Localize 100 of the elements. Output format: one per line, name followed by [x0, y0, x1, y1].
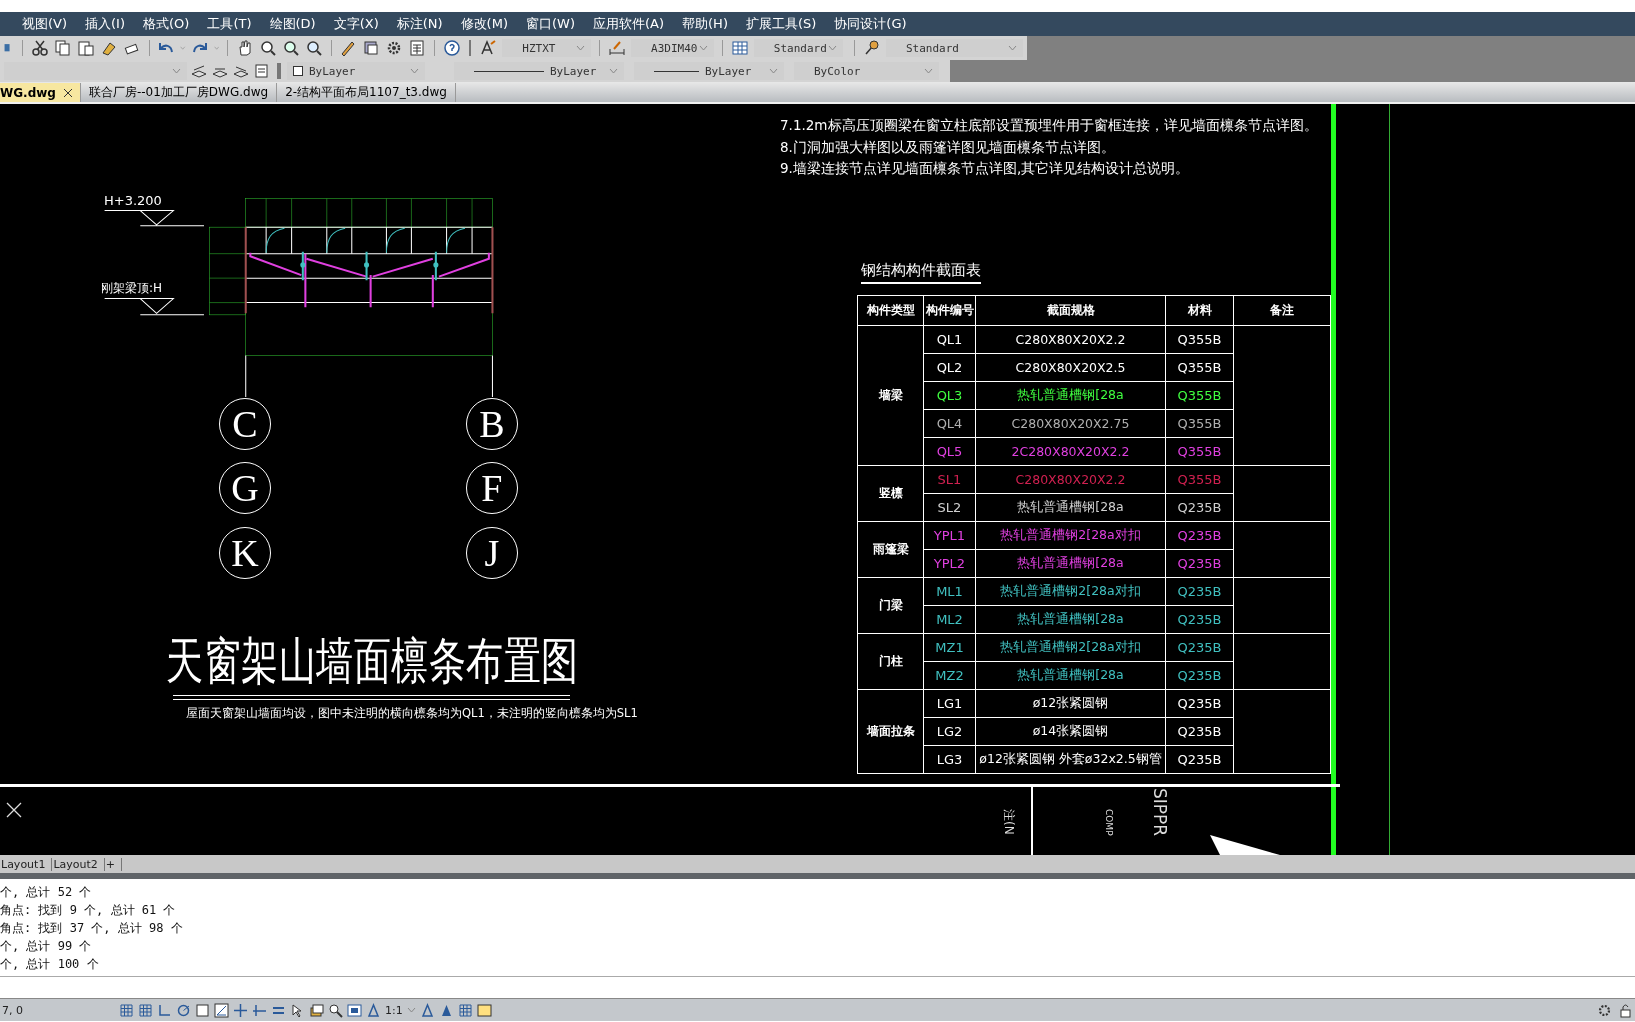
document-tab[interactable]: 联合厂房--01加工厂房DWG.dwg — [80, 83, 278, 102]
window-icon[interactable] — [476, 1002, 492, 1018]
magnifier-icon[interactable] — [328, 1002, 343, 1018]
menu-item[interactable]: 协同设计(G) — [826, 13, 915, 35]
table-cell: 墙梁 — [857, 325, 924, 466]
note-text: 8.门洞加强大样图以及雨篷详图见墙面檩条节点详图。 — [780, 138, 1115, 157]
table-header-cell: 构件编号 — [923, 295, 976, 326]
menu-item[interactable]: 帮助(H) — [674, 13, 736, 35]
menu-item[interactable]: 视图(V) — [14, 13, 76, 35]
table-style-dropdown[interactable]: Standard — [753, 39, 844, 57]
table-cell: ø12张紧圆钢 外套ø32x2.5钢管 — [975, 745, 1166, 774]
caret-icon — [1008, 45, 1017, 51]
calculator-icon[interactable] — [408, 39, 427, 57]
stack-icon[interactable] — [309, 1002, 324, 1018]
menu-item[interactable]: 绘图(D) — [261, 13, 324, 35]
table-cell: 雨篷梁 — [857, 521, 924, 578]
zoom-icon[interactable] — [281, 39, 300, 57]
caret-icon — [410, 68, 419, 74]
command-history-line: 角点: 找到 9 个, 总计 61 个 — [0, 902, 177, 919]
square-icon[interactable] — [195, 1002, 210, 1018]
caret-icon — [769, 68, 778, 74]
menu-item[interactable]: 应用软件(A) — [585, 13, 673, 35]
table-cell: C280X80X20X2.5 — [975, 353, 1166, 382]
menu-item[interactable]: 工具(T) — [199, 13, 260, 35]
menu-item[interactable]: 文字(X) — [325, 13, 387, 35]
menu-item[interactable]: 修改(M) — [452, 13, 516, 35]
dimension-style-icon[interactable] — [608, 39, 627, 57]
crosshair-icon[interactable] — [233, 1002, 248, 1018]
annotation-scale[interactable]: 1:1 — [385, 1003, 403, 1017]
table-cell: 竖檩 — [857, 465, 924, 522]
text-style-icon[interactable] — [479, 39, 498, 57]
layout-tab[interactable]: Layout2 — [52, 857, 105, 871]
grid-icon[interactable] — [457, 1002, 473, 1018]
table-cell: SL1 — [923, 465, 976, 494]
table-cell: LG1 — [923, 689, 976, 718]
caret-icon — [576, 45, 586, 51]
drawing-subtitle: 屋面天窗架山墙面均设，图中未注明的横向檩条均为QL1，未注明的竖向檩条均为SL1 — [186, 706, 638, 721]
gear-icon[interactable] — [1597, 1002, 1612, 1018]
table-cell: C280X80X20X2.75 — [975, 409, 1166, 438]
table-cell: QL3 — [923, 381, 976, 410]
caret-icon — [924, 68, 933, 74]
grid-icon[interactable] — [138, 1002, 153, 1018]
table-cell: MZ1 — [923, 633, 976, 662]
cut-icon[interactable] — [30, 39, 49, 57]
table-cell: LG2 — [923, 717, 976, 746]
coordinates-readout: 7, 0 — [2, 1003, 23, 1017]
title-block-text: 注(N — [1001, 809, 1017, 835]
command-history-line: 个, 总计 52 个 — [0, 884, 93, 901]
menu-item[interactable]: 插入(I) — [77, 13, 134, 35]
polar-icon[interactable] — [176, 1002, 191, 1018]
menu-item[interactable]: 扩展工具(S) — [737, 13, 825, 35]
layout-tab[interactable]: Layout1 — [0, 857, 53, 871]
paste-icon[interactable] — [76, 39, 95, 57]
document-tab[interactable]: WG.dwg — [0, 83, 81, 102]
ortho-icon[interactable] — [157, 1002, 172, 1018]
note-text: 9.墙梁连接节点详见墙面檩条节点详图,其它详见结构设计总说明。 — [780, 160, 1190, 178]
arrow-icon — [1210, 835, 1280, 855]
menu-item[interactable]: 标注(N) — [388, 13, 451, 35]
table-cell: 热轧普通槽钢[28a — [975, 605, 1166, 634]
copy-icon[interactable] — [53, 39, 72, 57]
multileader-style-dropdown[interactable]: Standard — [886, 39, 1023, 57]
table-cell: LG3 — [923, 745, 976, 774]
menu-item[interactable]: 格式(O) — [135, 13, 198, 35]
layers-icon[interactable] — [362, 39, 381, 57]
layout-tab[interactable]: + — [104, 857, 123, 871]
annotation-icon[interactable] — [366, 1002, 381, 1018]
table-cell: 热轧普通槽钢[28a — [975, 493, 1166, 522]
window-icon[interactable] — [347, 1002, 362, 1018]
caret-icon — [699, 45, 709, 51]
table-cell: Q235B — [1165, 633, 1234, 662]
linetype-dropdown[interactable]: ByLayer — [454, 62, 624, 80]
table-icon[interactable] — [730, 39, 749, 57]
table-cell: SL2 — [923, 493, 976, 522]
layer-icon[interactable] — [253, 62, 271, 80]
document-tab[interactable]: 2-结构平面布局1107_t3.dwg — [277, 83, 456, 102]
table-cell: 墙面拉条 — [857, 689, 924, 774]
color-swatch-icon — [293, 66, 303, 76]
grid-icon[interactable] — [119, 1002, 134, 1018]
menu-item[interactable]: 窗口(W) — [518, 13, 583, 35]
table-cell: 热轧普通槽钢2[28a对扣 — [975, 577, 1166, 606]
zoom-icon[interactable] — [258, 39, 277, 57]
table-cell: ML2 — [923, 605, 976, 634]
zoom-icon[interactable] — [304, 39, 323, 57]
help-icon[interactable] — [442, 39, 461, 57]
angle-icon[interactable] — [214, 1002, 229, 1018]
layer-icon[interactable] — [190, 62, 208, 80]
text-style-dropdown[interactable]: HZTXT — [502, 39, 592, 57]
title-block-text: SIPPR — [1150, 788, 1170, 837]
table-cell: C280X80X20X2.2 — [975, 325, 1166, 354]
leader-icon[interactable] — [863, 39, 881, 57]
dimension-style-dropdown[interactable]: A3DIM40 — [631, 39, 715, 57]
close-icon[interactable] — [63, 88, 72, 97]
plot-style-dropdown[interactable]: ByColor — [794, 62, 939, 80]
annotation-icon[interactable] — [419, 1002, 435, 1018]
caret-icon — [180, 45, 186, 51]
color-dropdown[interactable]: ByLayer — [287, 62, 425, 80]
table-cell: Q235B — [1165, 577, 1234, 606]
lineweight-dropdown[interactable]: ByLayer — [634, 62, 784, 80]
lock-icon[interactable] — [1618, 1002, 1633, 1018]
crosshair-icon[interactable] — [252, 1002, 267, 1018]
